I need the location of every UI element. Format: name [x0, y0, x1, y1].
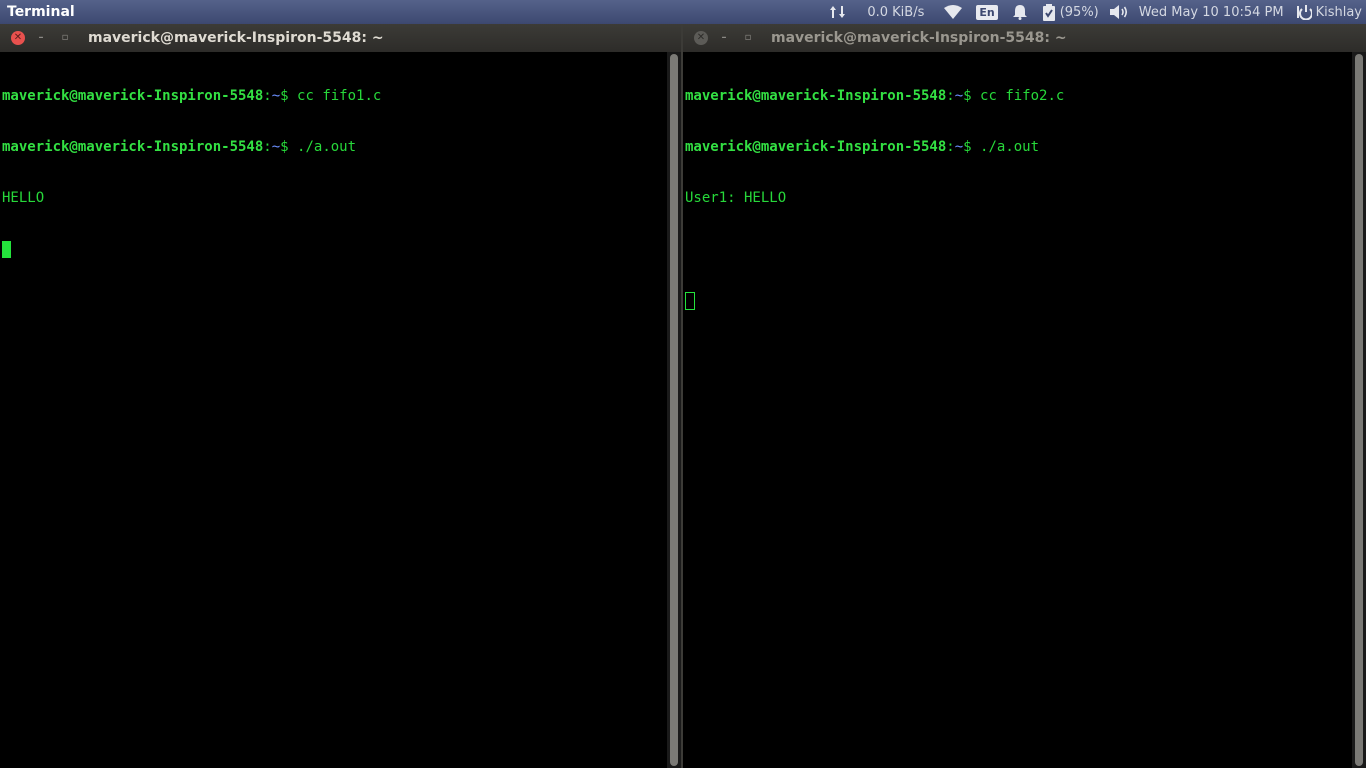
window-titlebar[interactable]: ✕ – ▫ maverick@maverick-Inspiron-5548: ~ [0, 24, 681, 52]
prompt-separator: : [263, 139, 272, 155]
notification-bell-icon[interactable] [1012, 4, 1028, 20]
command-text: $ cc fifo2.c [963, 88, 1065, 104]
output-text: HELLO [2, 190, 45, 206]
terminal-output[interactable]: maverick@maverick-Inspiron-5548:~$ cc fi… [0, 52, 667, 768]
session-user-name[interactable]: Kishlay [1316, 5, 1362, 20]
terminal-line [685, 292, 1352, 310]
prompt-path: ~ [271, 88, 281, 104]
scrollbar[interactable] [1352, 52, 1366, 768]
terminal-window-left[interactable]: ✕ – ▫ maverick@maverick-Inspiron-5548: ~… [0, 24, 681, 768]
prompt-user: maverick@maverick-Inspiron-5548 [685, 139, 947, 155]
prompt-path: ~ [954, 139, 964, 155]
prompt-separator: : [263, 88, 272, 104]
terminal-line: User1: HELLO [685, 190, 1352, 207]
command-text: $ ./a.out [280, 139, 357, 155]
prompt-user: maverick@maverick-Inspiron-5548 [2, 139, 264, 155]
top-panel: Terminal 0.0 KiB/s En (95%) Wed May 10 1… [0, 0, 1366, 24]
minimize-button[interactable]: – [717, 31, 731, 45]
terminal-line [2, 241, 667, 258]
scrollbar-thumb[interactable] [670, 54, 678, 766]
volume-icon[interactable] [1109, 4, 1129, 20]
scrollbar[interactable] [667, 52, 681, 768]
prompt-path: ~ [954, 88, 964, 104]
terminal-window-right[interactable]: ✕ – ▫ maverick@maverick-Inspiron-5548: ~… [683, 24, 1366, 768]
battery-icon[interactable] [1042, 3, 1056, 21]
terminal-output[interactable]: maverick@maverick-Inspiron-5548:~$ cc fi… [683, 52, 1352, 768]
minimize-button[interactable]: – [34, 31, 48, 45]
text-cursor [2, 241, 11, 258]
network-updown-icon[interactable] [829, 4, 847, 20]
terminal-line: maverick@maverick-Inspiron-5548:~$ cc fi… [2, 88, 667, 105]
close-button[interactable]: ✕ [694, 31, 708, 45]
command-text: $ ./a.out [963, 139, 1040, 155]
window-titlebar[interactable]: ✕ – ▫ maverick@maverick-Inspiron-5548: ~ [683, 24, 1366, 52]
command-text: $ cc fifo1.c [280, 88, 382, 104]
prompt-path: ~ [271, 139, 281, 155]
terminal-line: HELLO [2, 190, 667, 207]
terminal-line: maverick@maverick-Inspiron-5548:~$ ./a.o… [2, 139, 667, 156]
prompt-user: maverick@maverick-Inspiron-5548 [2, 88, 264, 104]
scrollbar-thumb[interactable] [1355, 54, 1363, 766]
maximize-button[interactable]: ▫ [741, 31, 755, 45]
window-title: maverick@maverick-Inspiron-5548: ~ [88, 30, 384, 46]
clock[interactable]: Wed May 10 10:54 PM [1139, 5, 1284, 20]
terminal-line: maverick@maverick-Inspiron-5548:~$ ./a.o… [685, 139, 1352, 156]
prompt-separator: : [946, 139, 955, 155]
app-menu-title[interactable]: Terminal [7, 4, 75, 20]
terminal-line: maverick@maverick-Inspiron-5548:~$ cc fi… [685, 88, 1352, 105]
maximize-button[interactable]: ▫ [58, 31, 72, 45]
indicator-area: 0.0 KiB/s En (95%) Wed May 10 10:54 PM K… [829, 0, 1362, 24]
wifi-icon[interactable] [944, 5, 963, 19]
window-title: maverick@maverick-Inspiron-5548: ~ [771, 30, 1067, 46]
close-button[interactable]: ✕ [11, 31, 25, 45]
prompt-separator: : [946, 88, 955, 104]
prompt-user: maverick@maverick-Inspiron-5548 [685, 88, 947, 104]
battery-percent[interactable]: (95%) [1060, 5, 1099, 20]
net-speed-indicator[interactable]: 0.0 KiB/s [867, 5, 924, 20]
text-cursor [685, 292, 695, 310]
keyboard-lang-icon[interactable]: En [976, 4, 998, 20]
output-text: User1: HELLO [685, 190, 787, 206]
session-power-icon[interactable] [1296, 4, 1312, 20]
